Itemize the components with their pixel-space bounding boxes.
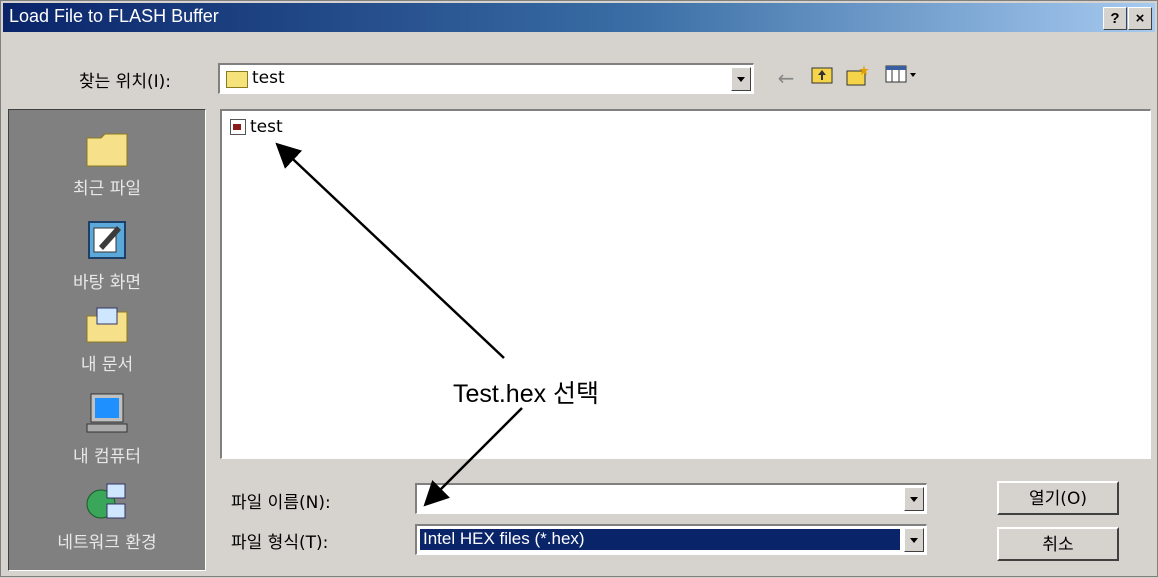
recent-folder-icon [86, 133, 128, 167]
place-network[interactable]: 네트워크 환경 [9, 482, 205, 553]
filename-input[interactable] [415, 483, 927, 514]
filetype-select[interactable]: Intel HEX files (*.hex) [415, 524, 927, 555]
title-bar[interactable]: Load File to FLASH Buffer ? × [3, 3, 1155, 32]
my-computer-icon [86, 393, 128, 433]
filename-label: 파일 이름(N): [231, 493, 331, 513]
place-my-documents[interactable]: 내 문서 [9, 306, 205, 375]
folder-icon [226, 71, 248, 88]
place-label: 내 컴퓨터 [73, 447, 141, 467]
up-folder-icon[interactable] [807, 63, 837, 93]
hex-file-icon [230, 119, 246, 135]
place-desktop[interactable]: 바탕 화면 [9, 218, 205, 293]
window-title: Load File to FLASH Buffer [9, 6, 219, 26]
filename-dropdown-button[interactable] [904, 487, 924, 511]
view-menu-icon[interactable] [881, 63, 923, 93]
filetype-dropdown-button[interactable] [904, 528, 924, 552]
filetype-label: 파일 형식(T): [231, 533, 329, 553]
dialog-window: Load File to FLASH Buffer ? × 찾는 위치(I): … [0, 0, 1158, 577]
lookin-value: test [252, 68, 285, 88]
places-bar: 최근 파일 바탕 화면 내 문서 내 컴퓨터 네트워크 환경 [8, 109, 206, 571]
file-list[interactable]: test [220, 109, 1151, 459]
lookin-combo[interactable]: test [218, 63, 754, 94]
back-arrow-icon[interactable]: ← [771, 63, 801, 93]
lookin-label: 찾는 위치(I): [79, 72, 171, 92]
my-documents-icon [86, 307, 128, 343]
place-label: 최근 파일 [73, 179, 141, 199]
close-button[interactable]: × [1128, 7, 1152, 30]
help-button[interactable]: ? [1103, 7, 1127, 30]
desktop-icon [88, 221, 126, 259]
network-icon [86, 483, 126, 519]
place-label: 네트워크 환경 [57, 533, 157, 553]
file-name: test [250, 117, 283, 137]
place-recent[interactable]: 최근 파일 [9, 130, 205, 199]
open-button[interactable]: 열기(O) [997, 481, 1119, 515]
cancel-button[interactable]: 취소 [997, 527, 1119, 561]
filetype-value: Intel HEX files (*.hex) [423, 529, 585, 548]
place-my-computer[interactable]: 내 컴퓨터 [9, 392, 205, 467]
place-label: 내 문서 [80, 355, 134, 375]
lookin-dropdown-button[interactable] [731, 67, 751, 91]
new-folder-icon[interactable] [843, 63, 873, 93]
annotation-text: Test.hex 선택 [453, 380, 600, 408]
list-item[interactable]: test [230, 117, 283, 137]
place-label: 바탕 화면 [73, 273, 141, 293]
